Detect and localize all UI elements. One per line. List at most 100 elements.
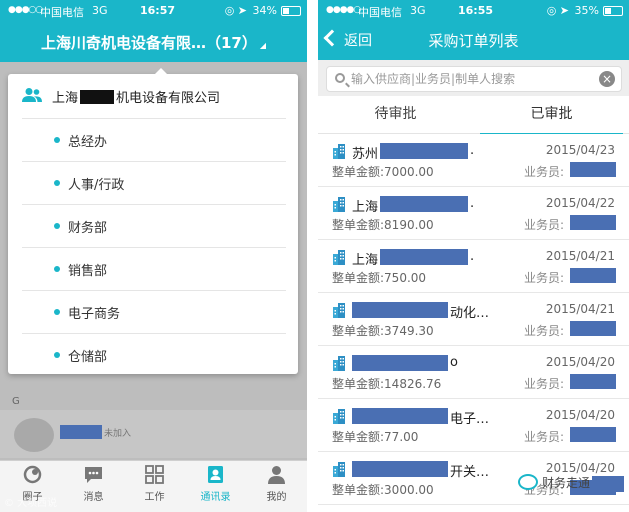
vendor-name-tail: 电子… <box>450 412 490 427</box>
salesperson-label: 业务员: <box>524 377 565 391</box>
company-name-suffix: 机电设备有限公司 <box>116 91 221 106</box>
nav-item-contacts[interactable]: 通讯录 <box>185 461 246 512</box>
redacted-vendor-name <box>352 408 448 424</box>
clear-search-icon[interactable]: × <box>599 71 615 87</box>
people-icon <box>22 88 42 102</box>
redacted-salesperson <box>570 374 616 389</box>
nav-item-messages[interactable]: 消息 <box>63 461 124 512</box>
left-phone-screen: ●●●○○ 中国电信 3G 16:57 ◎ ➤ 34% 上海川奇机电设备有限…（… <box>0 0 307 512</box>
vendor-name-prefix: 上海 <box>352 253 379 268</box>
battery-icon <box>603 6 623 16</box>
salesperson-label: 业务员: <box>524 271 565 285</box>
search-input[interactable] <box>351 70 591 88</box>
clock: 16:55 <box>458 4 494 17</box>
order-row[interactable]: 上海. 2015/04/22 整单金额:8190.00 业务员: <box>318 187 629 240</box>
tab-approved[interactable]: 已审批 <box>474 96 629 135</box>
group-index-letter: G <box>12 396 20 407</box>
contacts-icon <box>208 466 223 483</box>
nav-item-me[interactable]: 我的 <box>246 461 307 512</box>
order-row[interactable]: o 2015/04/20 整单金额:14826.76 业务员: <box>318 346 629 399</box>
redaction-block <box>592 476 624 492</box>
redacted-vendor-name <box>352 355 448 371</box>
dropdown-triangle-icon: ◢ <box>259 41 267 50</box>
vendor-name-tail: 开关… <box>450 465 490 480</box>
department-item[interactable]: 总经办 <box>22 118 286 161</box>
salesperson-label: 业务员: <box>524 324 565 338</box>
vendor-name-tail: . <box>470 143 475 158</box>
building-icon <box>333 250 345 265</box>
salesperson-label: 业务员: <box>524 165 565 179</box>
department-item[interactable]: 财务部 <box>22 204 286 247</box>
order-list: 苏州. 2015/04/23 整单金额:7000.00 业务员: 上海. 2015/04/… <box>318 134 629 512</box>
department-item[interactable]: 销售部 <box>22 247 286 290</box>
location-alarm-icons: ◎ ➤ <box>224 4 247 17</box>
department-item[interactable]: 电子商务 <box>22 290 286 333</box>
carrier-name: 中国电信 <box>40 6 84 19</box>
network-type: 3G <box>92 4 108 17</box>
page-title: 采购订单列表 <box>428 32 519 50</box>
redacted-vendor-name <box>352 461 448 477</box>
company-selector[interactable]: 上海川奇机电设备有限…（17） ◢ <box>0 32 307 53</box>
company-name: 上海 机电设备有限公司 <box>52 87 220 106</box>
bullet-dot-icon <box>54 266 60 272</box>
grid-icon <box>145 465 164 484</box>
redacted-contact-name <box>60 425 102 439</box>
network-type: 3G <box>410 4 426 17</box>
department-item[interactable]: 人事/行政 <box>22 161 286 204</box>
order-amount: 整单金额:14826.76 <box>332 377 442 391</box>
redacted-salesperson <box>570 162 616 177</box>
order-date: 2015/04/23 <box>545 143 615 157</box>
message-icon <box>85 467 102 483</box>
watermark-text: 财务走通 <box>542 476 591 490</box>
order-row[interactable]: 苏州. 2015/04/23 整单金额:7000.00 业务员: <box>318 134 629 187</box>
search-bar: × <box>318 60 629 96</box>
department-label: 总经办 <box>68 135 108 150</box>
search-box: × <box>326 66 622 92</box>
page-title: 上海川奇机电设备有限…（17） <box>40 34 257 52</box>
order-amount: 整单金额:3749.30 <box>332 324 434 338</box>
redacted-vendor-name <box>380 143 468 159</box>
company-name-prefix: 上海 <box>52 91 79 106</box>
tab-pending[interactable]: 待审批 <box>318 96 473 134</box>
redacted-salesperson <box>570 215 616 230</box>
vendor-name-tail: o <box>450 355 458 370</box>
signal-strength: ●●●○○ <box>8 5 43 15</box>
vendor-name-prefix: 上海 <box>352 200 379 215</box>
nav-item-work[interactable]: 工作 <box>124 461 185 512</box>
person-icon <box>268 466 285 484</box>
order-amount: 整单金额:77.00 <box>332 430 419 444</box>
company-header[interactable]: 上海 机电设备有限公司 <box>8 74 298 118</box>
order-date: 2015/04/21 <box>545 249 615 263</box>
redacted-salesperson <box>570 427 616 442</box>
wechat-logo-icon <box>518 474 538 490</box>
battery-icon <box>281 6 301 16</box>
vendor-name-tail: 动化… <box>450 306 490 321</box>
salesperson-label: 业务员: <box>524 430 565 444</box>
carrier-name: 中国电信 <box>358 6 402 19</box>
battery-percent: 35% <box>574 4 599 17</box>
order-row[interactable]: 上海. 2015/04/21 整单金额:750.00 业务员: <box>318 240 629 293</box>
nav-label: 工作 <box>144 492 165 503</box>
status-bar: ●●●○○ 中国电信 3G 16:57 ◎ ➤ 34% <box>0 0 307 22</box>
redacted-salesperson <box>570 321 616 336</box>
battery-percent: 34% <box>252 4 277 17</box>
approval-tabs: 待审批 已审批 <box>318 96 629 135</box>
circle-icon <box>23 465 42 484</box>
order-row[interactable]: 动化… 2015/04/21 整单金额:3749.30 业务员: <box>318 293 629 346</box>
order-amount: 整单金额:7000.00 <box>332 165 434 179</box>
search-icon <box>335 73 345 83</box>
bullet-dot-icon <box>54 180 60 186</box>
order-date: 2015/04/20 <box>545 355 615 369</box>
redacted-salesperson <box>570 268 616 283</box>
department-label: 电子商务 <box>68 307 121 322</box>
not-joined-badge: 未加入 <box>104 429 132 439</box>
department-label: 销售部 <box>68 264 108 279</box>
vendor-name-prefix: 苏州 <box>352 147 379 162</box>
vendor-name-tail: . <box>470 249 475 264</box>
building-icon <box>333 197 345 212</box>
order-row[interactable]: 电子… 2015/04/20 整单金额:77.00 业务员: <box>318 399 629 452</box>
redacted-vendor-name <box>352 302 448 318</box>
wechat-watermark: 财务走通 <box>518 470 626 496</box>
bullet-dot-icon <box>54 309 60 315</box>
department-item[interactable]: 仓储部 <box>22 333 286 376</box>
